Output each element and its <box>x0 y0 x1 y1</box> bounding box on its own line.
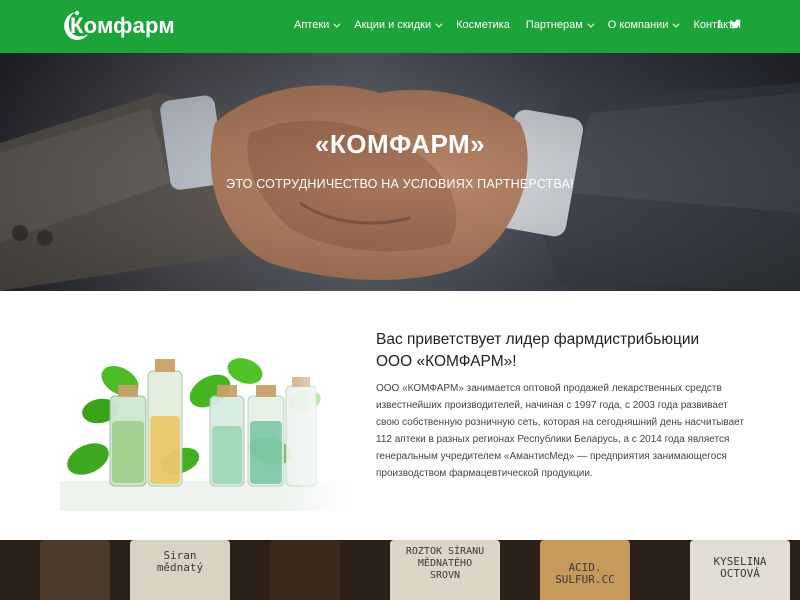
nav-item-pharmacies[interactable]: Аптеки <box>294 19 341 31</box>
nav-item-cosmetics[interactable]: Косметика <box>456 19 510 31</box>
chevron-down-icon <box>672 20 680 28</box>
social-links: f <box>717 19 741 33</box>
twitter-icon[interactable] <box>729 19 741 33</box>
apothecary-jars-banner: Siran mědnatý ROZTOK SÍRANU MĚDNATÉHO SR… <box>0 540 800 600</box>
logo-text: Комфарм <box>70 13 175 38</box>
logo[interactable]: Комфарм <box>62 9 175 43</box>
nav-item-promotions[interactable]: Акции и скидки <box>354 19 443 31</box>
nav-item-label: О компании <box>607 19 669 31</box>
jar-label: ROZTOK SÍRANU MĚDNATÉHO SROVN <box>405 546 485 581</box>
nav-item-about[interactable]: О компании <box>607 19 680 31</box>
nav-item-label: Аптеки <box>294 19 330 31</box>
jar-label: ACID. SULFUR.CC <box>555 561 615 586</box>
main-nav: Аптеки Акции и скидки Косметика Партнера… <box>294 19 757 31</box>
welcome-paragraph: ООО «КОМФАРМ» занимается оптовой продаже… <box>376 383 744 479</box>
site-header: Комфарм Аптеки Акции и скидки Косметика … <box>0 0 800 53</box>
hero-subtitle: ЭТО СОТРУДНИЧЕСТВО НА УСЛОВИЯХ ПАРТНЕРСТ… <box>226 177 574 191</box>
jar <box>270 540 340 600</box>
jar <box>40 540 110 600</box>
jar-label: Siran mědnatý <box>156 549 204 574</box>
facebook-icon[interactable]: f <box>717 19 721 33</box>
welcome-heading: Вас приветствует лидер фармдистрибьюции … <box>376 331 700 370</box>
chevron-down-icon <box>587 20 595 28</box>
hero-overlay <box>0 53 800 291</box>
jar-label: KYSELINA OCTOVÁ <box>713 555 767 580</box>
hero-title: «КОМФАРМ» <box>314 129 486 159</box>
herbal-bottles-image <box>60 341 350 511</box>
chevron-down-icon <box>435 20 443 28</box>
nav-item-label: Косметика <box>456 19 510 31</box>
nav-item-partners[interactable]: Партнерам <box>525 19 595 31</box>
nav-item-label: Акции и скидки <box>354 19 432 31</box>
nav-item-label: Партнерам <box>525 19 583 31</box>
hero-banner: «КОМФАРМ» ЭТО СОТРУДНИЧЕСТВО НА УСЛОВИЯХ… <box>0 53 800 291</box>
welcome-section: Вас приветствует лидер фармдистрибьюции … <box>0 291 800 540</box>
chevron-down-icon <box>333 20 341 28</box>
